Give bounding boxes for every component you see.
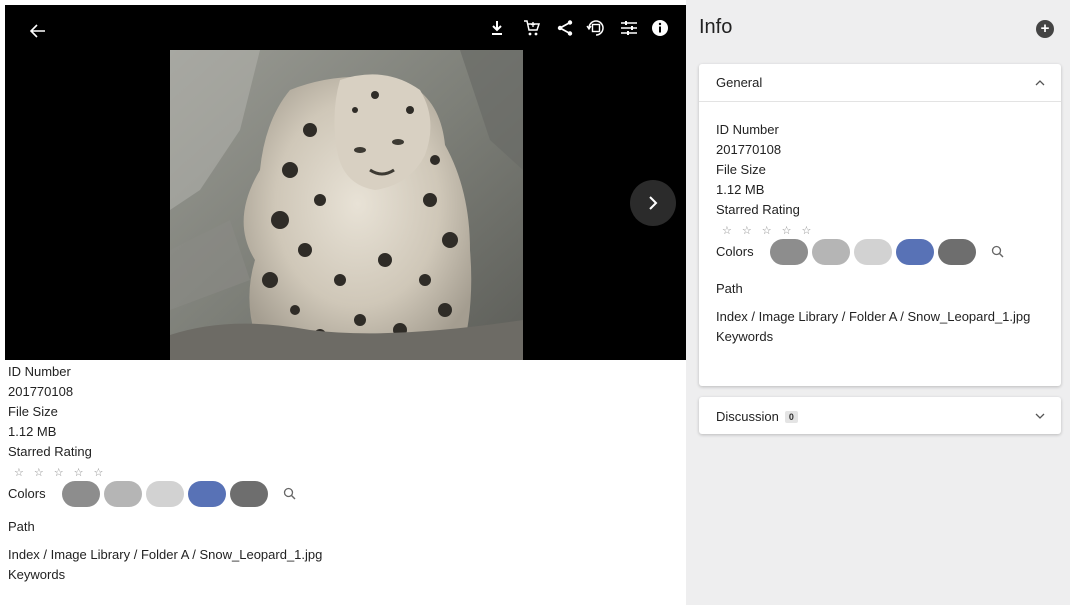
file-size-label: File Size: [8, 404, 58, 419]
panel-title: Info: [699, 16, 733, 38]
info-panel: Info + General ID Number 201770108 File …: [686, 0, 1070, 605]
discussion-count-badge: 0: [784, 411, 798, 424]
search-icon[interactable]: [282, 486, 298, 502]
colors-label: Colors: [716, 244, 754, 259]
info-icon[interactable]: [647, 15, 673, 41]
file-size-label: File Size: [716, 162, 766, 177]
star-icon[interactable]: ☆: [14, 466, 24, 479]
image-viewer: [5, 5, 686, 360]
add-icon[interactable]: +: [1036, 20, 1054, 38]
star-icon[interactable]: ☆: [34, 466, 44, 479]
starred-rating-label: Starred Rating: [8, 444, 92, 459]
colors-label: Colors: [8, 486, 46, 501]
id-number-value: 201770108: [716, 142, 782, 157]
main-photo: [170, 50, 523, 360]
back-arrow-icon[interactable]: [25, 18, 51, 44]
cart-icon[interactable]: [519, 15, 545, 41]
discussion-section: Discussion 0: [699, 397, 1061, 434]
color-swatch[interactable]: [853, 239, 892, 265]
chevron-right-icon: [649, 196, 658, 210]
id-number-label: ID Number: [716, 122, 779, 137]
discussion-section-title: Discussion: [716, 408, 779, 424]
search-icon[interactable]: [990, 244, 1006, 260]
file-size-value: 1.12 MB: [8, 424, 57, 439]
color-swatch[interactable]: [811, 239, 850, 265]
star-icon[interactable]: ☆: [94, 466, 104, 479]
discussion-section-header[interactable]: Discussion 0: [699, 397, 1061, 435]
color-swatch[interactable]: [187, 481, 226, 507]
share-icon[interactable]: [552, 15, 578, 41]
star-icon[interactable]: ☆: [742, 224, 752, 237]
color-swatch[interactable]: [229, 481, 268, 507]
star-icon[interactable]: ☆: [722, 224, 732, 237]
path-label: Path: [8, 519, 35, 534]
color-swatch[interactable]: [937, 239, 976, 265]
id-number-label: ID Number: [8, 364, 71, 379]
color-swatch[interactable]: [145, 481, 184, 507]
path-value: Index / Image Library / Folder A / Snow_…: [716, 309, 1031, 324]
chevron-up-icon: [1035, 80, 1045, 86]
file-size-value: 1.12 MB: [716, 182, 765, 197]
chevron-down-icon: [1035, 413, 1045, 419]
general-section-header[interactable]: General: [699, 64, 1061, 102]
keywords-label: Keywords: [8, 567, 66, 582]
star-icon[interactable]: ☆: [54, 466, 64, 479]
keywords-label: Keywords: [716, 329, 774, 344]
color-swatches: Colors: [716, 239, 1044, 265]
color-swatches: Colors: [8, 481, 678, 507]
rotate-icon[interactable]: [583, 15, 609, 41]
download-icon[interactable]: [484, 15, 510, 41]
color-swatch[interactable]: [895, 239, 934, 265]
star-rating[interactable]: ☆ ☆ ☆ ☆ ☆: [8, 466, 678, 479]
star-icon[interactable]: ☆: [762, 224, 772, 237]
path-label: Path: [716, 281, 743, 296]
path-value: Index / Image Library / Folder A / Snow_…: [8, 547, 323, 562]
color-swatch[interactable]: [61, 481, 100, 507]
adjust-icon[interactable]: [616, 15, 642, 41]
star-rating[interactable]: ☆ ☆ ☆ ☆ ☆: [716, 224, 1044, 237]
star-icon[interactable]: ☆: [802, 224, 812, 237]
color-swatch[interactable]: [769, 239, 808, 265]
color-swatch[interactable]: [103, 481, 142, 507]
next-image-button[interactable]: [630, 180, 676, 226]
general-section-title: General: [716, 75, 763, 90]
image-details: ID Number 201770108 File Size 1.12 MB St…: [8, 362, 678, 585]
general-section: General ID Number 201770108 File Size 1.…: [699, 64, 1061, 386]
id-number-value: 201770108: [8, 384, 74, 399]
star-icon[interactable]: ☆: [782, 224, 792, 237]
starred-rating-label: Starred Rating: [716, 202, 800, 217]
star-icon[interactable]: ☆: [74, 466, 84, 479]
